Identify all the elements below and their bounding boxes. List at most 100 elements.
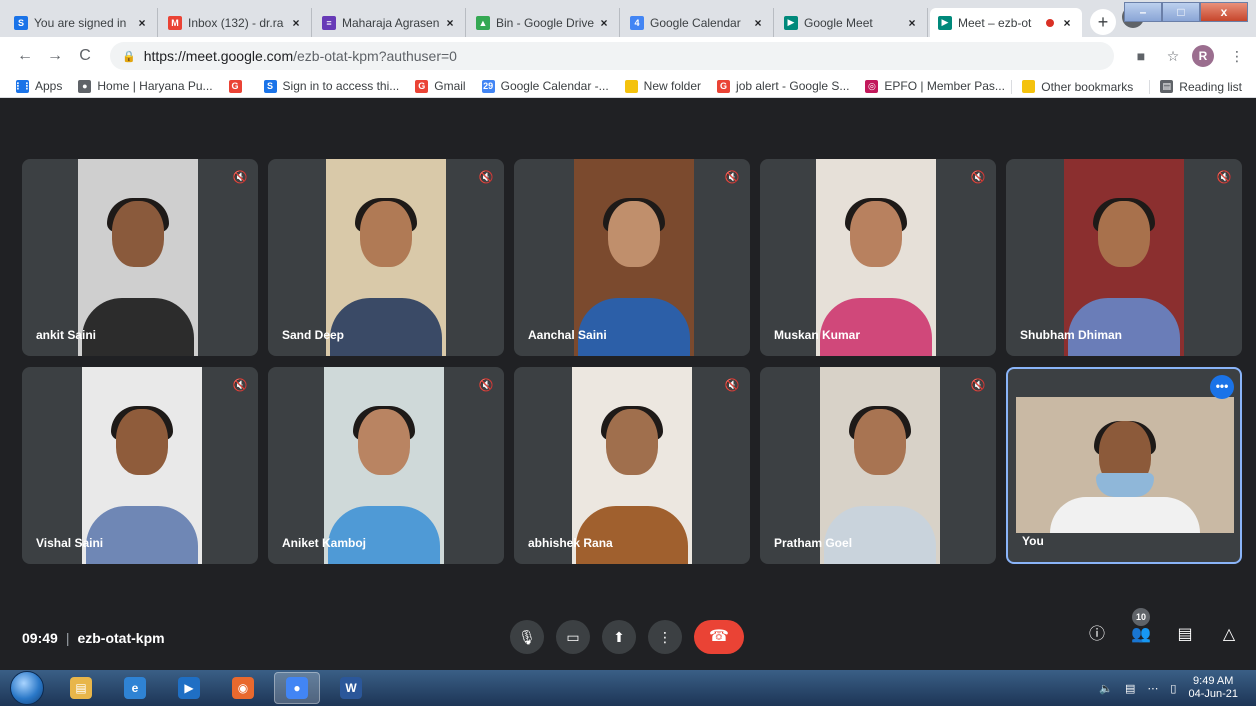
chat-icon[interactable]: ▤ (1172, 622, 1198, 648)
participant-tile[interactable]: 🔇 Aanchal Saini (514, 159, 750, 356)
volume-icon[interactable]: 🔈 (1099, 682, 1113, 695)
bookmark-separator (1011, 79, 1013, 94)
meet-video-grid: 🔇 ankit Saini 🔇 Sand Deep 🔇 Aanchal Sain… (0, 98, 1256, 670)
microphone-button[interactable]: 🎙 (510, 620, 544, 654)
taskbar-clock[interactable]: 9:49 AM 04-Jun-21 (1188, 675, 1238, 701)
internet-explorer-taskbar-button[interactable]: e (112, 672, 158, 704)
muted-mic-icon: 🔇 (970, 170, 986, 184)
other-bookmarks[interactable]: Other bookmarks (1022, 80, 1133, 94)
start-button[interactable] (10, 671, 44, 705)
signal-icon[interactable]: ⋯ (1147, 682, 1158, 695)
muted-mic-icon: 🔇 (1216, 170, 1232, 184)
leave-call-button[interactable]: ☎ (694, 620, 744, 654)
browser-tab[interactable]: S You are signed in × (6, 8, 158, 37)
back-button[interactable]: ← (12, 47, 38, 65)
participant-video (78, 159, 198, 356)
participant-face (608, 200, 660, 267)
participant-count-badge: 10 (1132, 608, 1150, 626)
address-bar[interactable]: 🔒 https://meet.google.com/ezb-otat-kpm?a… (110, 42, 1114, 70)
tab-close-icon[interactable]: × (443, 16, 457, 30)
tab-close-icon[interactable]: × (597, 16, 611, 30)
browser-tab[interactable]: ▶ Meet – ezb-ot × (930, 8, 1082, 37)
bookmark-star-icon[interactable]: ☆ (1160, 48, 1186, 65)
participant-tile[interactable]: 🔇 Shubham Dhiman (1006, 159, 1242, 356)
profile-avatar[interactable]: R (1192, 45, 1214, 67)
participant-name: Aniket Kamboj (282, 536, 367, 550)
minimize-button[interactable]: – (1124, 2, 1162, 22)
maximize-button[interactable]: □ (1162, 2, 1200, 22)
participant-tile[interactable]: 🔇 Vishal Saini (22, 367, 258, 564)
participant-tile[interactable]: 🔇 abhishek Rana (514, 367, 750, 564)
word-taskbar-button[interactable]: W (328, 672, 374, 704)
new-tab-button[interactable]: + (1090, 9, 1116, 35)
reading-list[interactable]: ▤ Reading list (1160, 80, 1242, 94)
chrome-menu-icon[interactable]: ⋮ (1224, 48, 1250, 65)
bookmark-item[interactable]: ● Home | Haryana Pu... (78, 79, 213, 93)
participant-face (116, 408, 168, 475)
chrome-taskbar-button[interactable]: ● (274, 672, 320, 704)
participant-video (574, 159, 694, 356)
browser-tab[interactable]: ▶ Google Meet × (776, 8, 928, 37)
people-icon[interactable]: 10 👥 (1128, 608, 1154, 648)
network-icon[interactable]: ▤ (1125, 682, 1135, 695)
reload-button[interactable]: C (72, 47, 98, 65)
bookmark-list: ⋮⋮ Apps ● Home | Haryana Pu... G S Sign in to … (14, 79, 1021, 93)
self-mask (1096, 473, 1154, 498)
tab-favicon-icon: M (168, 15, 182, 30)
participant-tile[interactable]: 🔇 Muskan Kumar (760, 159, 996, 356)
participant-tile[interactable]: 🔇 ankit Saini (22, 159, 258, 356)
participant-video (82, 367, 202, 564)
participant-body (86, 506, 198, 564)
battery-icon[interactable]: ▯ (1170, 682, 1176, 695)
bookmark-label: Gmail (434, 79, 466, 93)
participant-video (324, 367, 444, 564)
participant-tile[interactable]: 🔇 Pratham Goel (760, 367, 996, 564)
window-controls: – □ x (1124, 2, 1248, 22)
tab-title: Maharaja Agrasen (342, 15, 440, 30)
participant-tile[interactable]: 🔇 Aniket Kamboj (268, 367, 504, 564)
tab-close-icon[interactable]: × (751, 16, 765, 30)
taskbar-apps: ▤ e ▶ ◉ ● W (58, 672, 382, 704)
media-player-taskbar-button[interactable]: ▶ (166, 672, 212, 704)
firefox-taskbar-button[interactable]: ◉ (220, 672, 266, 704)
participant-video (820, 367, 940, 564)
bookmark-item[interactable]: ⋮⋮ Apps (14, 79, 63, 93)
internet-explorer-icon: e (124, 677, 146, 699)
tab-close-icon[interactable]: × (905, 16, 919, 30)
bookmark-item[interactable]: New folder (624, 79, 701, 93)
browser-tab[interactable]: M Inbox (132) - dr.ra × (160, 8, 312, 37)
meeting-info-icon[interactable]: ⓘ (1084, 622, 1110, 648)
forward-button[interactable]: → (42, 47, 68, 65)
tab-close-icon[interactable]: × (1060, 16, 1074, 30)
close-window-button[interactable]: x (1200, 2, 1248, 22)
bookmark-icon: ◎ (865, 79, 879, 93)
bookmark-item[interactable]: Gjob alert - Google S... (717, 79, 849, 93)
bookmark-item[interactable]: G Gmail (415, 79, 466, 93)
browser-tab[interactable]: ≡ Maharaja Agrasen × (314, 8, 466, 37)
bookmark-label: Apps (35, 79, 63, 93)
call-controls: 🎙 ▭ ⬆ ⋮ ☎ (510, 620, 756, 654)
participant-face (854, 408, 906, 475)
more-options-icon[interactable]: ••• (1210, 375, 1234, 399)
file-explorer-taskbar-button[interactable]: ▤ (58, 672, 104, 704)
tab-close-icon[interactable]: × (289, 16, 303, 30)
browser-tab[interactable]: 4 Google Calendar × (622, 8, 774, 37)
present-screen-button[interactable]: ⬆ (602, 620, 636, 654)
browser-tab[interactable]: ▲ Bin - Google Drive × (468, 8, 620, 37)
participant-tile[interactable]: 🔇 Sand Deep (268, 159, 504, 356)
bookmark-item[interactable]: S Sign in to access thi... (263, 79, 400, 93)
bookmark-item[interactable]: ◎ EPFO | Member Pas... (865, 79, 1005, 93)
bookmark-icon: ● (78, 79, 92, 93)
bookmark-item[interactable]: 29 Google Calendar -... (481, 79, 609, 93)
camera-in-use-icon[interactable]: ■ (1128, 48, 1154, 64)
self-tile[interactable]: ••• You (1006, 367, 1242, 564)
bookmark-icon (624, 79, 638, 93)
participant-face (850, 200, 902, 267)
activities-icon[interactable]: △ (1216, 622, 1242, 648)
tab-title: Meet – ezb-ot (958, 15, 1032, 30)
bookmark-label: Sign in to access thi... (282, 79, 400, 93)
tab-close-icon[interactable]: × (135, 16, 149, 30)
bookmark-item[interactable]: G (228, 79, 248, 93)
more-options-button[interactable]: ⋮ (648, 620, 682, 654)
camera-button[interactable]: ▭ (556, 620, 590, 654)
